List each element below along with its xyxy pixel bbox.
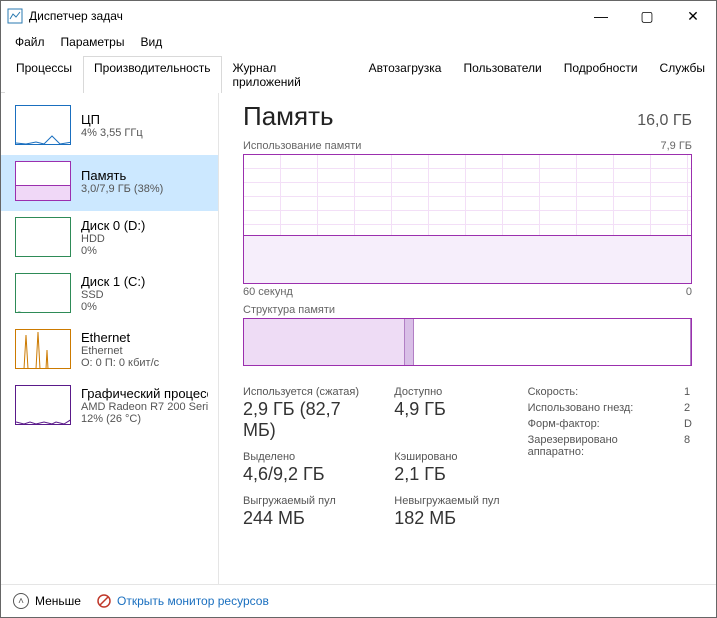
chevron-up-icon: ˄ [13, 593, 29, 609]
sidebar-item-label: Диск 0 (D:) [81, 218, 145, 233]
sidebar-item-sub: Ethernet [81, 345, 159, 357]
window-title: Диспетчер задач [29, 9, 123, 23]
app-icon [7, 8, 23, 24]
menu-view[interactable]: Вид [134, 33, 168, 51]
disk-chart-thumbnail [15, 217, 71, 257]
sidebar-item-gpu[interactable]: Графический процессор AMD Radeon R7 200 … [1, 379, 218, 435]
memory-stats: Используется (сжатая) 2,9 ГБ (82,7 МБ) Д… [243, 386, 692, 529]
tabbar: Процессы Производительность Журнал прило… [1, 55, 716, 93]
tab-startup[interactable]: Автозагрузка [358, 56, 453, 93]
open-resource-monitor-label: Открыть монитор ресурсов [117, 594, 269, 608]
sidebar-item-label: Диск 1 (C:) [81, 274, 145, 289]
tab-details[interactable]: Подробности [553, 56, 649, 93]
sidebar-item-disk0[interactable]: Диск 0 (D:) HDD 0% [1, 211, 218, 267]
stats-right: Скорость: 1 Использовано гнезд: 2 Форм-ф… [528, 386, 692, 529]
stat-label: Скорость: [528, 386, 672, 398]
sidebar-item-label: Память [81, 168, 163, 183]
sidebar-item-sub2: 12% (26 °C) [81, 413, 208, 425]
stat-block: Используется (сжатая) 2,9 ГБ (82,7 МБ) [243, 386, 370, 441]
sidebar-item-sub: SSD [81, 289, 145, 301]
stat-label: Выделено [243, 451, 370, 463]
stat-label: Невыгружаемый пул [394, 495, 499, 507]
body: ЦП 4% 3,55 ГГц Память 3,0/7,9 ГБ (38%) Д… [1, 93, 716, 584]
composition-chart-label: Структура памяти [243, 304, 335, 316]
usage-chart-max: 7,9 ГБ [660, 140, 692, 152]
page-title: Память [243, 101, 334, 132]
sidebar-item-sub: AMD Radeon R7 200 Series [81, 401, 208, 413]
menu-file[interactable]: Файл [9, 33, 51, 51]
usage-chart-label: Использование памяти [243, 140, 361, 152]
stat-block: Выделено 4,6/9,2 ГБ [243, 451, 370, 485]
menubar: Файл Параметры Вид [1, 31, 716, 55]
sidebar-item-label: ЦП [81, 112, 143, 127]
memory-chart-thumbnail [15, 161, 71, 201]
composition-segment-used [244, 319, 405, 365]
performance-sidebar: ЦП 4% 3,55 ГГц Память 3,0/7,9 ГБ (38%) Д… [1, 93, 219, 584]
stat-label: Форм-фактор: [528, 418, 672, 430]
stat-label: Доступно [394, 386, 499, 398]
sidebar-item-sub: HDD [81, 233, 145, 245]
stat-block: Кэшировано 2,1 ГБ [394, 451, 499, 485]
window-controls: — ▢ ✕ [578, 1, 716, 31]
stat-label: Выгружаемый пул [243, 495, 370, 507]
tab-app-history[interactable]: Журнал приложений [222, 56, 358, 93]
menu-options[interactable]: Параметры [55, 33, 131, 51]
disk-chart-thumbnail [15, 273, 71, 313]
chart-axis-right: 0 [686, 286, 692, 298]
stat-block: Доступно 4,9 ГБ [394, 386, 499, 441]
stat-value: 244 МБ [243, 508, 370, 529]
stat-value: 182 МБ [394, 508, 499, 529]
tab-users[interactable]: Пользователи [452, 56, 552, 93]
sidebar-item-sub: 3,0/7,9 ГБ (38%) [81, 183, 163, 195]
maximize-button[interactable]: ▢ [624, 1, 670, 31]
fewer-details-button[interactable]: ˄ Меньше [13, 593, 81, 609]
sidebar-item-memory[interactable]: Память 3,0/7,9 ГБ (38%) [1, 155, 218, 211]
tab-services[interactable]: Службы [649, 56, 716, 93]
composition-segment-modified [405, 319, 414, 365]
sidebar-item-sub2: 0% [81, 301, 145, 313]
close-button[interactable]: ✕ [670, 1, 716, 31]
main-panel: Память 16,0 ГБ Использование памяти 7,9 … [219, 93, 716, 584]
stat-value: 2,1 ГБ [394, 464, 499, 485]
sidebar-item-label: Графический процессор [81, 386, 208, 401]
cpu-chart-thumbnail [15, 105, 71, 145]
resource-monitor-icon [97, 594, 111, 608]
fewer-details-label: Меньше [35, 594, 81, 608]
minimize-button[interactable]: — [578, 1, 624, 31]
stat-value: 8 [684, 434, 692, 458]
sidebar-item-sub2: О: 0 П: 0 кбит/с [81, 357, 159, 369]
composition-segment-free [414, 319, 691, 365]
sidebar-item-sub2: 0% [81, 245, 145, 257]
footer: ˄ Меньше Открыть монитор ресурсов [1, 584, 716, 617]
memory-usage-chart[interactable] [243, 154, 692, 284]
chart-axis-left: 60 секунд [243, 286, 293, 298]
stat-value: 2,9 ГБ (82,7 МБ) [243, 399, 370, 441]
stat-value: 4,6/9,2 ГБ [243, 464, 370, 485]
memory-total: 16,0 ГБ [637, 112, 692, 130]
gpu-chart-thumbnail [15, 385, 71, 425]
stats-left: Используется (сжатая) 2,9 ГБ (82,7 МБ) Д… [243, 386, 500, 529]
stat-label: Зарезервировано аппаратно: [528, 434, 672, 458]
stat-value: 1 [684, 386, 692, 398]
titlebar: Диспетчер задач — ▢ ✕ [1, 1, 716, 31]
stat-block: Невыгружаемый пул 182 МБ [394, 495, 499, 529]
stat-value: 2 [684, 402, 692, 414]
sidebar-item-cpu[interactable]: ЦП 4% 3,55 ГГц [1, 99, 218, 155]
task-manager-window: Диспетчер задач — ▢ ✕ Файл Параметры Вид… [0, 0, 717, 618]
sidebar-item-label: Ethernet [81, 330, 159, 345]
sidebar-item-sub: 4% 3,55 ГГц [81, 127, 143, 139]
open-resource-monitor-link[interactable]: Открыть монитор ресурсов [97, 594, 269, 608]
tab-processes[interactable]: Процессы [5, 56, 83, 93]
tab-performance[interactable]: Производительность [83, 56, 221, 93]
stat-block: Выгружаемый пул 244 МБ [243, 495, 370, 529]
stat-label: Кэшировано [394, 451, 499, 463]
stat-value: 4,9 ГБ [394, 399, 499, 420]
sidebar-item-disk1[interactable]: Диск 1 (C:) SSD 0% [1, 267, 218, 323]
sidebar-item-ethernet[interactable]: Ethernet Ethernet О: 0 П: 0 кбит/с [1, 323, 218, 379]
stat-label: Используется (сжатая) [243, 386, 370, 398]
stat-value: D [684, 418, 692, 430]
ethernet-chart-thumbnail [15, 329, 71, 369]
stat-label: Использовано гнезд: [528, 402, 672, 414]
memory-composition-chart[interactable] [243, 318, 692, 366]
